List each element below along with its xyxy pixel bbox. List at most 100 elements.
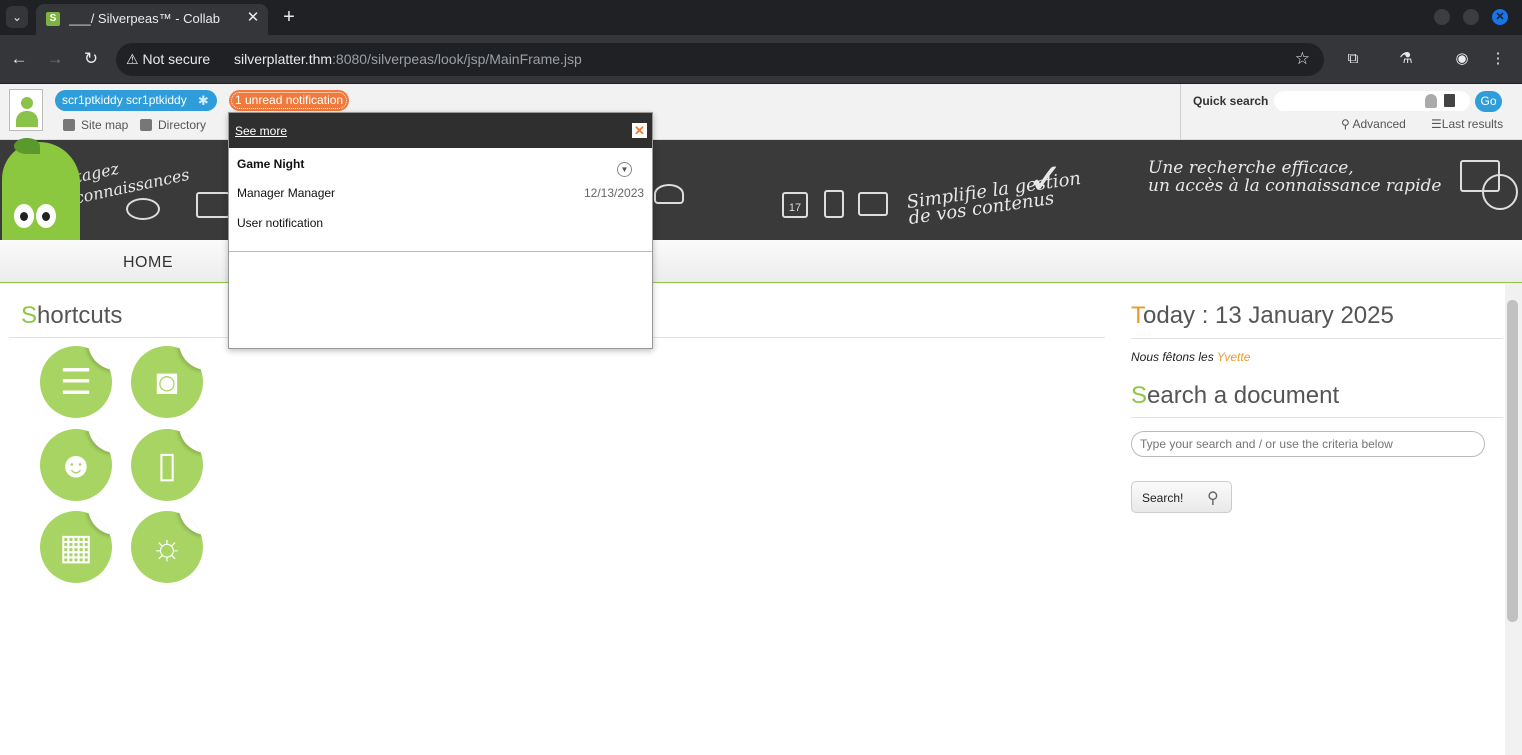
see-more-link[interactable]: See more [235, 124, 287, 138]
avatar-head [21, 97, 33, 109]
profile-icon[interactable]: ◉ [1451, 48, 1473, 70]
chalk-board-icon [196, 192, 230, 218]
mascot-eye-right [36, 204, 56, 228]
feast-of-day: Nous fêtons les Yvette [1131, 350, 1250, 364]
notification-type: User notification [237, 216, 324, 230]
people-icon [654, 184, 684, 204]
document-filter-icon[interactable] [1444, 94, 1455, 107]
search-document-divider [1131, 417, 1503, 418]
browser-tab-bar: ⌄ S ___/ Silverpeas™ - Collab ✕ + ✕ [0, 0, 1522, 35]
notification-sender: Manager Manager [237, 186, 336, 200]
close-window-icon[interactable]: ✕ [1492, 9, 1508, 25]
minimize-window-icon[interactable] [1434, 9, 1450, 25]
warning-icon: ⚠ [126, 51, 139, 67]
browser-toolbar: ← → ↻ ⚠ Not secure silverplatter.thm:808… [0, 35, 1522, 84]
star-icon[interactable]: ☆ [1295, 49, 1310, 69]
checkmark-icon: ✓ [1028, 154, 1064, 203]
quick-search-panel: Quick search Go ⚲ Advanced ☰Last results [1180, 84, 1522, 140]
mascot-eye-left [14, 204, 34, 228]
quick-search-label: Quick search [1193, 94, 1269, 108]
user-name: scr1ptkiddy scr1ptkiddy [62, 93, 187, 107]
notebook-icon [824, 190, 844, 218]
extensions-icon[interactable]: ⧉ [1342, 48, 1364, 70]
forward-icon[interactable]: → [44, 48, 66, 70]
scrollbar-thumb[interactable] [1507, 300, 1518, 622]
shortcuts-title: Shortcuts [21, 302, 122, 330]
today-title-initial: T [1131, 302, 1143, 329]
reload-icon[interactable]: ↻ [80, 48, 102, 70]
site-map-label: Site map [81, 118, 129, 132]
advanced-label: Advanced [1352, 117, 1406, 131]
advanced-search-icon: ⚲ [1341, 117, 1353, 131]
security-label: Not secure [142, 51, 211, 67]
search-button-label: Search! [1142, 491, 1184, 505]
speech-bubbles-icon [126, 198, 160, 220]
today-title: Today : 13 January 2025 [1131, 302, 1394, 330]
tab-title: ___/ Silverpeas™ - Collab [69, 11, 221, 26]
menu-icon[interactable]: ⋮ [1487, 48, 1509, 70]
directory-label: Directory [158, 118, 207, 132]
address-bar[interactable]: ⚠ Not secure silverplatter.thm:8080/silv… [116, 43, 1324, 76]
go-button[interactable]: Go [1475, 91, 1502, 112]
chevron-down-icon[interactable]: ▼ [617, 162, 632, 177]
shortcut-ideas[interactable]: ☼ [131, 511, 203, 583]
banner-tagline-right-1: Une recherche efficace, [1148, 158, 1354, 178]
tab-close-icon[interactable]: ✕ [244, 9, 262, 27]
security-chip[interactable]: ⚠ Not secure [126, 51, 210, 68]
notification-divider [229, 251, 652, 252]
avatar-body [16, 111, 38, 127]
quick-search-input[interactable] [1274, 91, 1470, 111]
last-results-label: Last results [1441, 117, 1504, 131]
maximize-window-icon[interactable] [1463, 9, 1479, 25]
shortcut-clipboard[interactable]: ▯ [131, 429, 203, 501]
shortcut-calendar[interactable]: ▦ [40, 511, 112, 583]
advanced-search-link[interactable]: ⚲ Advanced [1341, 117, 1406, 131]
new-tab-icon[interactable]: + [278, 6, 300, 28]
document-search-button[interactable]: Search! ⚲ [1131, 481, 1232, 513]
user-filter-icon[interactable] [1425, 94, 1437, 108]
mascot-leaf [14, 138, 40, 154]
notification-title[interactable]: Game Night [237, 157, 304, 171]
notification-popup-header: See more ✕ [229, 113, 652, 148]
last-results-link[interactable]: ☰Last results [1431, 117, 1503, 131]
shortcuts-title-rest: hortcuts [37, 302, 123, 329]
search-document-title: Search a document [1131, 382, 1339, 410]
unread-notification-badge[interactable]: 1 unread notification [229, 90, 350, 111]
shortcuts-title-initial: S [21, 302, 38, 329]
search-document-title-rest: earch a document [1147, 382, 1340, 409]
banner-tagline-right-2: un accès à la connaissance rapide [1148, 176, 1442, 196]
today-title-rest: oday : 13 January 2025 [1143, 302, 1394, 329]
today-divider [1131, 338, 1503, 339]
close-icon[interactable]: ✕ [632, 123, 647, 138]
shortcut-gallery[interactable]: ◙ [131, 346, 203, 418]
site-map-icon [63, 119, 75, 131]
site-map-link[interactable]: Site map [63, 118, 128, 132]
notification-popup: See more ✕ Game Night ▼ Manager Manager … [228, 112, 653, 349]
directory-link[interactable]: Directory [140, 118, 206, 132]
browser-tab[interactable]: S ___/ Silverpeas™ - Collab ✕ [36, 4, 268, 35]
document-search-input[interactable] [1131, 431, 1485, 457]
url-text[interactable]: silverplatter.thm:8080/silverpeas/look/j… [234, 51, 582, 67]
back-icon[interactable]: ← [8, 48, 30, 70]
list-icon: ☰ [1431, 117, 1442, 131]
silverpeas-favicon-icon: S [46, 12, 60, 26]
search-document-title-initial: S [1131, 382, 1148, 409]
tab-dropdown-icon[interactable]: ⌄ [6, 6, 28, 28]
calendar-icon: 17 [782, 192, 808, 218]
url-host: silverplatter.thm [234, 51, 333, 67]
user-menu-button[interactable]: scr1ptkiddy scr1ptkiddy ✱ [55, 90, 217, 111]
feast-name: Yvette [1216, 350, 1251, 364]
url-path: :8080/silverpeas/look/jsp/MainFrame.jsp [332, 51, 582, 67]
shortcut-community[interactable]: ☻ [40, 429, 112, 501]
image-icon [858, 192, 888, 216]
search-icon: ⚲ [1207, 490, 1219, 507]
gear-icon[interactable]: ✱ [198, 90, 209, 111]
nav-home-link[interactable]: HOME [123, 254, 173, 272]
avatar[interactable] [9, 89, 43, 131]
labs-icon[interactable]: ⚗ [1395, 48, 1417, 70]
mascot-pupil-left [20, 212, 28, 221]
magnifier-icon [1482, 174, 1518, 210]
shortcut-books[interactable]: ☰ [40, 346, 112, 418]
feast-prefix: Nous fêtons les [1131, 350, 1217, 364]
notification-date: 12/13/2023 [584, 186, 645, 200]
